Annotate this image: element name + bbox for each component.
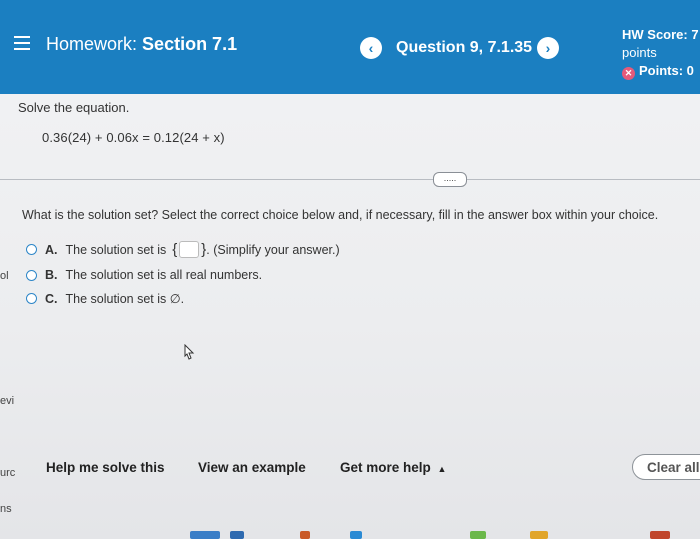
- divider: [0, 179, 700, 180]
- answer-input[interactable]: [179, 241, 200, 258]
- score-panel: HW Score: 7 points ✕ Points: 0: [622, 26, 699, 80]
- left-edge-fragment: evi: [0, 395, 15, 407]
- open-brace: {: [172, 241, 178, 258]
- help-me-solve-link[interactable]: Help me solve this: [46, 460, 165, 475]
- left-edge-fragment: urc: [0, 467, 16, 479]
- points-label: Points: 0: [639, 63, 694, 78]
- hamburger-menu-icon[interactable]: [14, 36, 30, 50]
- equation: 0.36(24) + 0.06x = 0.12(24 + x): [42, 130, 225, 145]
- left-edge-fragment: ns: [0, 503, 12, 515]
- x-circle-icon: ✕: [622, 67, 635, 80]
- chevron-right-icon[interactable]: ›: [537, 37, 559, 59]
- clear-all-button[interactable]: Clear all: [632, 454, 700, 480]
- choice-text: The solution set is: [65, 242, 167, 257]
- choice-letter: B.: [45, 268, 58, 282]
- title-section: Section 7.1: [142, 34, 238, 54]
- expand-button[interactable]: .....: [433, 172, 467, 187]
- choice-a[interactable]: A. The solution set is { } . (Simplify y…: [26, 241, 340, 258]
- view-example-link[interactable]: View an example: [198, 460, 306, 475]
- choice-text: The solution set is ∅.: [65, 292, 185, 306]
- page: Homework: Section 7.1 ‹ Question 9, 7.1.…: [0, 0, 700, 539]
- dock-strip: [170, 526, 690, 539]
- hw-score: HW Score: 7: [622, 27, 699, 42]
- choice-c[interactable]: C. The solution set is ∅.: [26, 291, 184, 306]
- choice-suffix: . (Simplify your answer.): [206, 242, 340, 257]
- radio-a[interactable]: [26, 244, 37, 255]
- choice-letter: C.: [45, 291, 58, 306]
- header-bar: Homework: Section 7.1 ‹ Question 9, 7.1.…: [0, 0, 700, 94]
- title-prefix: Homework:: [46, 34, 138, 54]
- get-more-help-link[interactable]: Get more help ▲: [340, 460, 446, 475]
- score-unit: points: [622, 45, 657, 60]
- homework-title: Homework: Section 7.1: [46, 34, 237, 55]
- points-row: ✕ Points: 0: [622, 62, 699, 80]
- left-edge-fragment: ol: [0, 270, 9, 282]
- choice-text: The solution set is all real numbers.: [65, 268, 263, 282]
- pointer-cursor-icon: [184, 344, 195, 360]
- caret-up-icon: ▲: [437, 464, 447, 474]
- choice-b[interactable]: B. The solution set is all real numbers.: [26, 268, 262, 282]
- choice-letter: A.: [45, 242, 58, 257]
- get-more-help-label: Get more help: [340, 460, 431, 475]
- radio-c[interactable]: [26, 293, 37, 304]
- question-text: What is the solution set? Select the cor…: [22, 208, 659, 222]
- question-label: Question 9, 7.1.35: [396, 39, 533, 56]
- problem-prompt: Solve the equation.: [18, 100, 130, 115]
- radio-b[interactable]: [26, 269, 37, 281]
- chevron-left-icon[interactable]: ‹: [360, 37, 382, 59]
